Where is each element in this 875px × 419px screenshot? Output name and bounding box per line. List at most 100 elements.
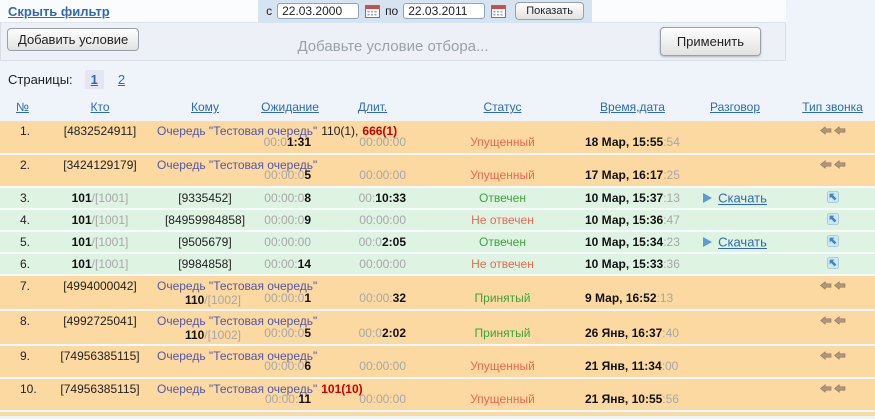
call-type-cell — [790, 275, 875, 311]
wait-time: 00:00:00 — [255, 231, 325, 254]
caller-number: 101 — [71, 235, 92, 249]
talk-cell: Скачать — [680, 187, 790, 210]
datetime-cell: 9 Мар, 16:52:13 — [585, 275, 680, 311]
date-from-input[interactable] — [277, 3, 360, 19]
date-to-input[interactable] — [403, 3, 486, 19]
play-icon[interactable] — [703, 237, 713, 248]
calendar-icon[interactable] — [490, 4, 506, 19]
caller-cell: 101/[1001] — [45, 209, 155, 232]
duration-time: 00:02:02 — [325, 310, 420, 346]
status-label: Принятый — [474, 291, 531, 305]
column-header-num[interactable]: № — [16, 100, 29, 114]
datetime-cell: 10 Мар, 15:37:13 — [585, 187, 680, 210]
callee-cell: Очередь "Тестовая очередь" — [155, 345, 318, 379]
caller-cell: [4994000042] — [45, 275, 155, 311]
call-type-cell — [790, 378, 875, 412]
pages-label: Страницы: — [8, 72, 73, 87]
caller-cell: [4832524911] — [45, 121, 155, 155]
call-log-table: № Кто Кому Ожидание Длит. Статус Время,д… — [0, 96, 875, 412]
duration-time: 00:02:05 — [325, 231, 420, 254]
callee-queue: Очередь "Тестовая очередь" — [157, 349, 318, 363]
filter-top-bar: Скрыть фильтр с по — [0, 0, 786, 23]
status-label: Упущенный — [470, 392, 535, 406]
status-label: Принятый — [474, 326, 531, 340]
datetime-cell: 10 Мар, 15:34:23 — [585, 231, 680, 254]
row-number: 9. — [0, 345, 45, 379]
talk-cell — [680, 154, 790, 188]
double-left-arrow-icon — [819, 281, 845, 290]
datetime-cell: 26 Янв, 16:37:40 — [585, 310, 680, 346]
status-label: Отвечен — [479, 235, 526, 249]
callee-queue: Очередь "Тестовая очередь" — [157, 158, 318, 172]
row-number: 6. — [0, 253, 45, 276]
row-number: 7. — [0, 275, 45, 311]
datetime-cell: 18 Мар, 15:55:54 — [585, 121, 680, 155]
status-label: Не отвечен — [471, 257, 534, 271]
callee-cell: Очередь "Тестовая очередь" 110(1), 666(1) — [155, 121, 398, 155]
callee-cell: [84959984858] — [155, 209, 255, 232]
column-header-wait[interactable]: Ожидание — [261, 100, 319, 114]
talk-cell — [680, 121, 790, 155]
caller-cell: [4992725041] — [45, 310, 155, 346]
call-type-cell — [790, 231, 875, 254]
download-link[interactable]: Скачать — [718, 191, 767, 206]
table-row: 2. [3424129179] Очередь "Тестовая очередь"… — [0, 154, 875, 188]
show-button[interactable]: Показать — [515, 2, 584, 20]
hide-filter-link[interactable]: Скрыть фильтр — [8, 4, 110, 19]
table-row: 7. [4994000042] Очередь "Тестовая очередь"… — [0, 275, 875, 311]
page-link-1[interactable]: 1 — [84, 70, 104, 89]
download-link[interactable]: Скачать — [718, 235, 767, 250]
callee-queue: Очередь "Тестовая очередь" — [157, 314, 318, 328]
table-row: 10. [74956385115] Очередь "Тестовая очеред… — [0, 378, 875, 412]
filter-panel: Скрыть фильтр с по — [0, 0, 786, 61]
callee-queue: Очередь "Тестовая очередь" 110(1), 666(1) — [157, 124, 398, 138]
talk-cell — [680, 378, 790, 412]
double-left-arrow-icon — [819, 126, 845, 135]
wait-time: 00:00:14 — [255, 253, 325, 276]
talk-cell — [680, 310, 790, 346]
call-table-body: 1. [4832524911] Очередь "Тестовая очередь"… — [0, 121, 875, 412]
callee-cell: [9984858] — [155, 253, 255, 276]
column-header-datetime[interactable]: Время,дата — [600, 100, 665, 114]
column-header-calltype[interactable]: Тип звонка — [802, 100, 863, 114]
answered-call-arrow-icon — [826, 234, 839, 247]
call-type-cell — [790, 253, 875, 276]
date-from-label: с — [266, 4, 273, 18]
answered-call-arrow-icon — [826, 212, 839, 225]
row-number: 8. — [0, 310, 45, 346]
calendar-icon[interactable] — [364, 4, 380, 19]
row-number: 4. — [0, 209, 45, 232]
column-header-duration[interactable]: Длит. — [358, 100, 387, 114]
table-row: 5. 101/[1001] [9505679] 00:00:00 00:02:05 Отв… — [0, 231, 875, 254]
column-header-status[interactable]: Статус — [484, 100, 522, 114]
callee-cell: Очередь "Тестовая очередь" — [155, 154, 318, 188]
callee-cell: Очередь "Тестовая очередь" 110/[1002] — [155, 275, 317, 311]
wait-time: 00:00:08 — [255, 187, 325, 210]
filter-conditions-bar: Добавить условие Добавьте условие отбора… — [0, 23, 786, 61]
status-label: Упущенный — [470, 168, 535, 182]
row-number: 3. — [0, 187, 45, 210]
column-header-to[interactable]: Кому — [191, 100, 219, 114]
duration-time: 00:00:00 — [325, 154, 420, 188]
column-header-who[interactable]: Кто — [90, 100, 109, 114]
row-number: 2. — [0, 154, 45, 188]
call-type-cell — [790, 209, 875, 232]
caller-cell: 101/[1001] — [45, 187, 155, 210]
date-to-label: по — [385, 4, 399, 18]
wait-time: 00:00:09 — [255, 209, 325, 232]
play-icon[interactable] — [703, 193, 713, 204]
caller-number: [74956385115] — [60, 349, 140, 363]
page-link-2[interactable]: 2 — [112, 70, 131, 89]
caller-cell: [3424129179] — [45, 154, 155, 188]
caller-number: 101 — [71, 213, 92, 227]
caller-number: 101 — [71, 257, 92, 271]
table-row: 4. 101/[1001] [84959984858] 00:00:09 00:00:0… — [0, 209, 875, 232]
double-left-arrow-icon — [819, 384, 845, 393]
status-label: Упущенный — [470, 359, 535, 373]
talk-cell — [680, 209, 790, 232]
column-header-talk[interactable]: Разговор — [710, 100, 760, 114]
apply-button[interactable]: Применить — [659, 27, 761, 56]
table-row: 3. 101/[1001] [9335452] 00:00:08 00:10:33 Отв… — [0, 187, 875, 210]
caller-cell: 101/[1001] — [45, 253, 155, 276]
caller-number: [4992725041] — [63, 314, 137, 328]
